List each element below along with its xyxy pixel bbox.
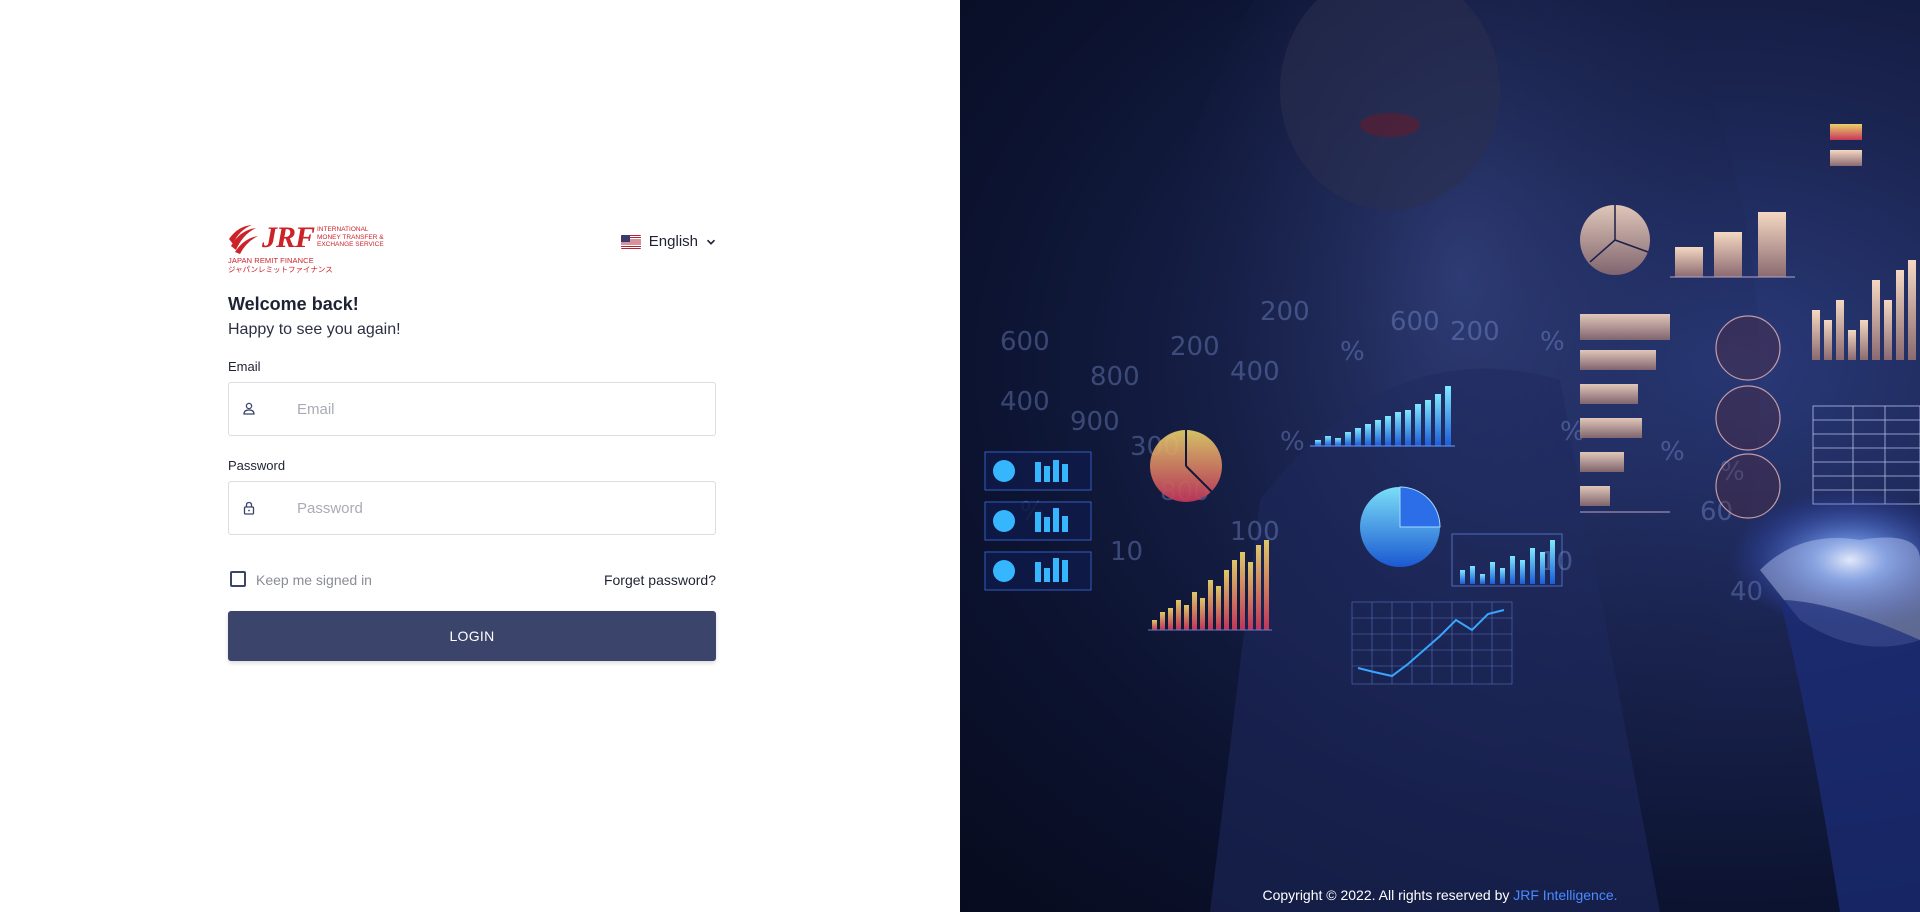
login-button[interactable]: LOGIN xyxy=(228,611,716,661)
welcome-subtitle: Happy to see you again! xyxy=(228,321,401,338)
email-input[interactable] xyxy=(297,383,697,435)
svg-text:800: 800 xyxy=(1090,362,1140,392)
hero-image: 600800200 200900400 300400% 600200% %800… xyxy=(960,0,1920,912)
header-row: JRF International Money Transfer & Excha… xyxy=(228,218,716,274)
jrf-logo: JRF International Money Transfer & Excha… xyxy=(228,221,388,275)
keep-signed-in-label[interactable]: Keep me signed in xyxy=(256,572,372,588)
password-label: Password xyxy=(228,458,286,473)
svg-text:100: 100 xyxy=(1230,517,1280,547)
us-flag-icon xyxy=(620,234,641,249)
logo-tagline: International Money Transfer & Exchange … xyxy=(317,226,384,248)
svg-text:%: % xyxy=(1340,337,1365,367)
email-field-container xyxy=(228,382,716,436)
svg-text:400: 400 xyxy=(1230,357,1280,387)
dashboard-hologram-illustration: 600800200 200900400 300400% 600200% %800… xyxy=(984,0,1920,912)
language-selector[interactable]: English xyxy=(620,233,716,250)
login-form: JRF International Money Transfer & Excha… xyxy=(228,218,716,661)
chevron-down-icon xyxy=(706,239,716,245)
svg-text:200: 200 xyxy=(1260,297,1310,327)
login-panel: JRF International Money Transfer & Excha… xyxy=(0,0,960,912)
svg-text:200: 200 xyxy=(1170,332,1220,362)
svg-text:400: 400 xyxy=(1000,387,1050,417)
svg-text:600: 600 xyxy=(1390,307,1440,337)
svg-text:%: % xyxy=(1660,437,1685,467)
svg-text:%: % xyxy=(1540,327,1565,357)
password-input[interactable] xyxy=(297,482,697,534)
keep-signed-in-checkbox[interactable] xyxy=(230,571,246,587)
logo-swoosh-icon xyxy=(229,225,258,254)
svg-text:%: % xyxy=(1280,427,1305,457)
svg-text:600: 600 xyxy=(1000,327,1050,357)
svg-text:10: 10 xyxy=(1110,537,1143,567)
language-label: English xyxy=(648,233,698,250)
svg-text:200: 200 xyxy=(1450,317,1500,347)
logo-subtitle-jp: ジャパンレミットファイナンス xyxy=(228,265,333,274)
logo-brand: JRF xyxy=(262,221,315,254)
email-label: Email xyxy=(228,359,261,374)
password-field-container xyxy=(228,481,716,535)
copyright-text: Copyright © 2022. All rights reserved by xyxy=(1262,887,1514,903)
forgot-password-link[interactable]: Forget password? xyxy=(604,572,716,588)
jrf-intelligence-link[interactable]: JRF Intelligence. xyxy=(1513,887,1617,903)
lock-icon xyxy=(243,501,255,515)
welcome-title: Welcome back! xyxy=(228,294,359,314)
copyright-footer: Copyright © 2022. All rights reserved by… xyxy=(960,887,1920,903)
user-icon xyxy=(243,402,255,415)
options-row: Keep me signed in Forget password? xyxy=(228,571,716,591)
svg-text:900: 900 xyxy=(1070,407,1120,437)
